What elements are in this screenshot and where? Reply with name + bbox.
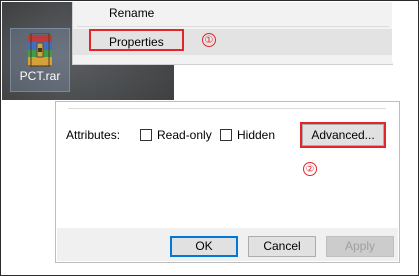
file-name-label: PCT.rar [19,69,61,83]
context-menu: Rename Properties [72,2,393,65]
cancel-button[interactable]: Cancel [248,236,316,257]
file-item-pct-rar[interactable]: PCT.rar [10,28,70,92]
step-1-marker: ① [202,33,216,47]
background-strip [392,2,418,62]
screenshot-frame: PCT.rar Rename Properties ① Attributes: … [0,0,419,276]
read-only-checkbox[interactable]: Read-only [140,128,212,142]
menu-item-label: Properties [109,35,164,49]
advanced-button[interactable]: Advanced... [302,124,384,146]
menu-item-label: Rename [109,6,155,20]
properties-dialog: Attributes: Read-only Hidden Advanced...… [55,101,400,263]
checkbox-box[interactable] [220,129,232,141]
menu-item-rename[interactable]: Rename [73,1,393,25]
checkbox-label: Hidden [237,128,276,142]
checkbox-box[interactable] [140,129,152,141]
winrar-archive-icon [28,33,52,67]
apply-button[interactable]: Apply [326,236,394,257]
hidden-checkbox[interactable]: Hidden [220,128,275,142]
ok-button[interactable]: OK [170,236,238,257]
menu-item-properties[interactable]: Properties [73,29,393,55]
dialog-button-bar: OK Cancel Apply [57,228,398,261]
checkbox-label: Read-only [157,128,212,142]
step-2-marker: ② [303,162,317,176]
dialog-divider [68,108,386,109]
menu-separator [77,26,389,27]
attributes-label: Attributes: [66,128,121,142]
